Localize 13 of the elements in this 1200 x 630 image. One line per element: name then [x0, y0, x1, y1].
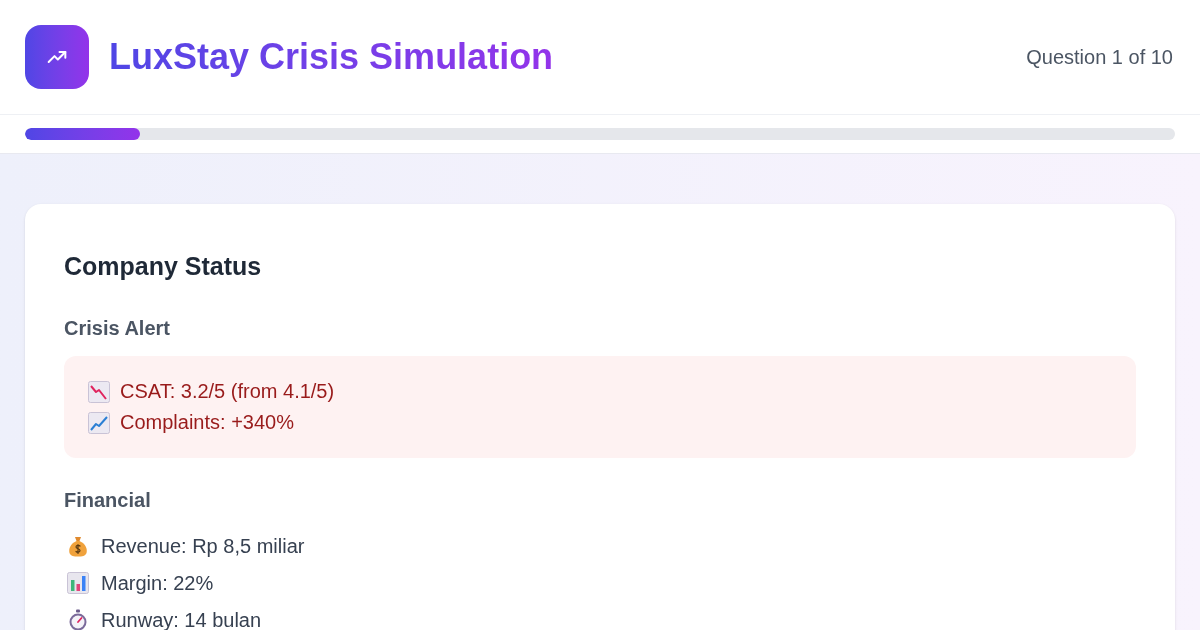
chart-decreasing-icon [88, 380, 110, 403]
stopwatch-icon [67, 609, 89, 630]
chart-increasing-icon [88, 411, 110, 434]
metric-text: Margin: 22% [101, 571, 214, 596]
question-counter: Question 1 of 10 [1026, 45, 1174, 70]
metric-text: Revenue: Rp 8,5 miliar [101, 534, 305, 559]
money-bag-icon [67, 535, 89, 557]
card-title: Company Status [64, 251, 263, 282]
alert-text: Complaints: +340% [120, 410, 294, 435]
section-heading: Financial [64, 488, 152, 513]
alert-text: CSAT: 3.2/5 (from 4.1/5) [120, 379, 335, 404]
bar-chart-icon [67, 572, 89, 594]
section-heading: Crisis Alert [64, 316, 171, 341]
